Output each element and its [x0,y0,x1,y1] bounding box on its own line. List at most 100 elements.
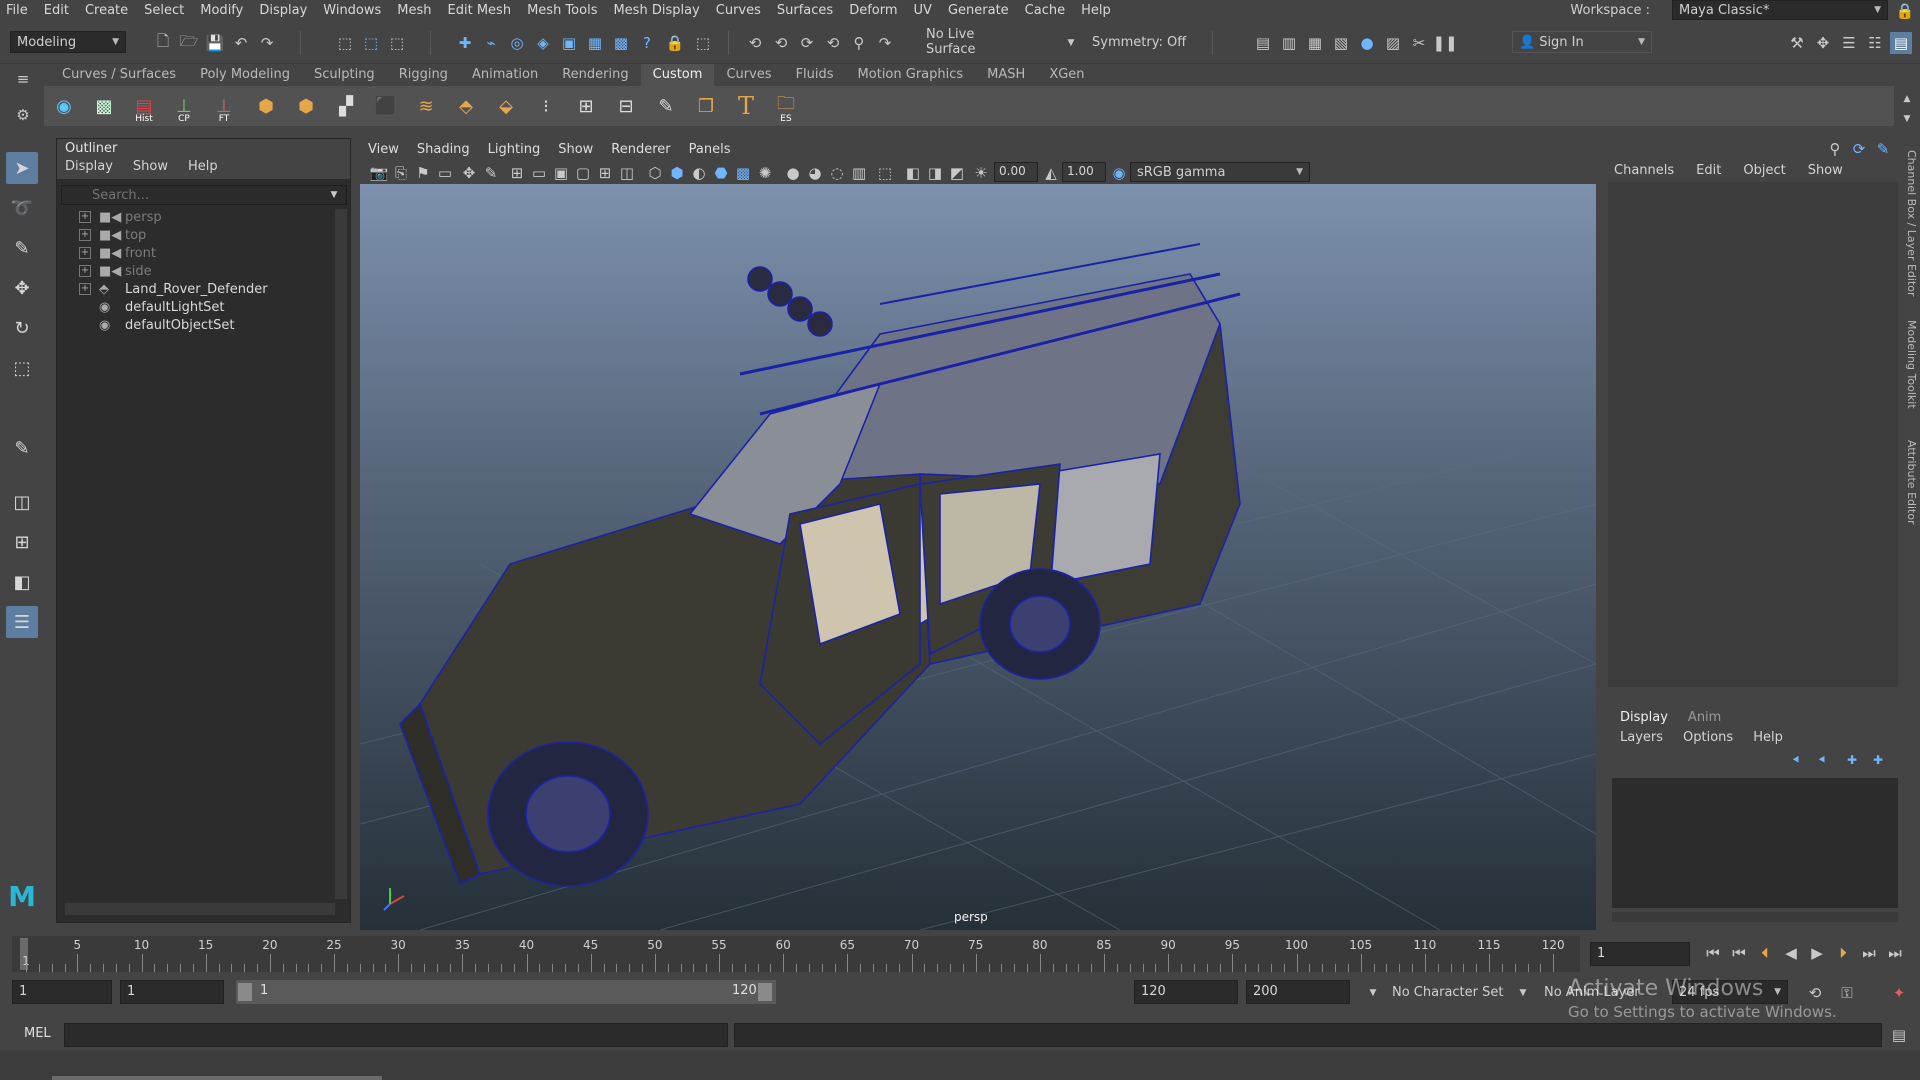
snap-view-plane-icon[interactable]: ◈ [532,32,554,54]
script-editor-icon[interactable]: ▤ [1888,1024,1910,1046]
range-end-handle[interactable] [758,983,772,1001]
text-tool-icon[interactable]: T [730,90,762,122]
command-language-label[interactable]: MEL [24,1026,51,1041]
film-gate-icon[interactable]: ▭ [528,162,550,184]
folder-icon[interactable]: 🗀 ES [770,90,802,124]
freeze-transform-icon[interactable]: ⊥ FT [208,90,240,125]
shelf-tab-xgen[interactable]: XGen [1037,64,1096,86]
outliner-item-top[interactable]: + ■◀ top [79,225,146,245]
render-view-icon[interactable]: ▤ [1252,32,1274,54]
go-to-end-icon[interactable]: ⏭ [1884,942,1906,964]
viewport-3d[interactable]: persp [360,184,1596,930]
history-icon[interactable]: ⟲ [770,32,792,54]
xray-joints-icon[interactable]: ◨ [924,162,946,184]
wireframe-icon[interactable]: ⬡ [644,162,666,184]
menu-cache[interactable]: Cache [1025,3,1065,18]
chevron-down-icon[interactable]: ▼ [1512,982,1534,1004]
play-backward-icon[interactable]: ◀ [1780,942,1802,964]
redo-last-icon[interactable]: ↷ [874,32,896,54]
cube-icon[interactable]: ⬛ [370,90,402,122]
isolate-select-icon[interactable]: ⬚ [874,162,896,184]
camera-attributes-icon[interactable]: ⎘ [390,162,412,184]
new-layer-selected-icon[interactable]: ✚ [1842,750,1862,770]
menu-uv[interactable]: UV [914,3,932,18]
exposure-icon[interactable]: ☀ [970,162,992,184]
shelf-scroll-up-icon[interactable]: ▲ [1896,88,1918,110]
duplicate-icon[interactable]: ❐ [690,90,722,122]
camera-select-icon[interactable]: 📷 [368,162,390,184]
viewport-menu-renderer[interactable]: Renderer [611,142,670,157]
ipr-render-icon[interactable]: ▦ [1304,32,1326,54]
auto-key-icon[interactable]: ⚿ [1836,982,1858,1004]
gate-mask-icon[interactable]: ▢ [572,162,594,184]
image-plane-icon[interactable]: ▭ [434,162,456,184]
scale-tool-icon[interactable]: ⬚ [6,352,38,384]
snap-grid-2-icon[interactable]: ▩ [610,32,632,54]
side-tab-modeling-toolkit[interactable]: Modeling Toolkit [1905,320,1918,409]
four-view-layout-icon[interactable]: ⊞ [6,526,38,558]
layer-tab-display[interactable]: Display [1620,710,1668,725]
lock-icon[interactable]: 🔒 [1894,0,1916,22]
boolean-union-icon[interactable]: ⬢ [250,90,282,122]
sign-in-button[interactable]: 👤 Sign In ▼ [1512,31,1652,53]
layer-menu-options[interactable]: Options [1683,730,1733,745]
undo-icon[interactable]: ↶ [230,32,252,54]
viewport-menu-view[interactable]: View [368,142,399,157]
paint-icon[interactable]: ✎ [650,90,682,122]
chevron-down-icon[interactable]: ▼ [1362,982,1384,1004]
anim-prefs-icon[interactable]: ✦ [1888,982,1910,1004]
step-forward-frame-icon[interactable]: ⏵ [1832,942,1854,964]
channel-box-menu-channels[interactable]: Channels [1614,163,1674,178]
move-tool-icon[interactable]: ✥ [6,272,38,304]
range-slider[interactable]: 1 120 [236,980,776,1004]
shelf-tab-curves-surfaces[interactable]: Curves / Surfaces [50,64,188,86]
step-back-frame-icon[interactable]: ⏴ [1754,942,1776,964]
history-on-icon[interactable]: ⟲ [744,32,766,54]
snap-grid-icon[interactable]: ✚ [454,32,476,54]
outliner-item-persp[interactable]: + ■◀ persp [79,207,162,227]
channel-box-menu-edit[interactable]: Edit [1696,163,1721,178]
2d-pan-zoom-icon[interactable]: ✥ [458,162,480,184]
expand-icon[interactable]: + [79,229,91,241]
menu-deform[interactable]: Deform [849,3,897,18]
menu-windows[interactable]: Windows [323,3,381,18]
symmetry-field[interactable]: Symmetry: Off [1086,31,1198,53]
select-object-icon[interactable]: ⬚ [360,32,382,54]
shelf-settings-icon[interactable]: ⚙ [12,104,34,126]
motion-blur-icon[interactable]: ◌ [826,162,848,184]
shelf-tab-poly-modeling[interactable]: Poly Modeling [188,64,302,86]
menu-mesh-display[interactable]: Mesh Display [613,3,699,18]
go-to-start-icon[interactable]: ⏮ [1702,942,1724,964]
paint-select-tool-icon[interactable]: ✎ [6,232,38,264]
outliner-menu-show[interactable]: Show [133,159,168,179]
render-frame-icon[interactable]: ▥ [1278,32,1300,54]
construction-history-icon[interactable]: ⟲ [822,32,844,54]
layer-editor-scrollbar[interactable] [1612,912,1898,922]
anti-aliasing-icon[interactable]: ▥ [848,162,870,184]
chevron-down-icon[interactable]: ▼ [1060,32,1082,54]
expand-icon[interactable]: + [79,247,91,259]
shadows-icon[interactable]: ● [782,162,804,184]
menu-surfaces[interactable]: Surfaces [777,3,833,18]
textured-icon[interactable]: ▩ [732,162,754,184]
shelf-tab-motion-graphics[interactable]: Motion Graphics [846,64,976,86]
outliner-menu-display[interactable]: Display [65,159,113,179]
layer-menu-help[interactable]: Help [1753,730,1783,745]
expand-icon[interactable]: + [79,211,91,223]
channel-box-menu-object[interactable]: Object [1743,163,1785,178]
menu-mesh-tools[interactable]: Mesh Tools [527,3,597,18]
outliner-search-input[interactable] [61,185,347,205]
chevron-down-icon[interactable]: ▼ [325,185,343,205]
default-material-icon[interactable]: ◐ [688,162,710,184]
time-slider[interactable]: 1 5 10 15 20 25 30 35 40 45 50 55 60 65 70 75 80 85 90 95 1… [12,936,1580,972]
sphere-icon[interactable]: ◉ [48,90,80,122]
vertex-icon[interactable]: ⁝ [530,90,562,122]
channel-box-icon[interactable]: ☷ [1864,32,1886,54]
outliner-item-side[interactable]: + ■◀ side [79,261,152,281]
lasso-tool-icon[interactable]: ➰ [6,192,38,224]
modeling-toolkit-icon[interactable]: ⚒ [1786,32,1808,54]
outliner-item-defaultobjectset[interactable]: ◉ defaultObjectSet [99,315,234,335]
grease-pencil-icon[interactable]: ✎ [480,162,502,184]
gamma-field[interactable]: 1.00 [1062,162,1106,182]
shelf-tab-rendering[interactable]: Rendering [550,64,640,86]
